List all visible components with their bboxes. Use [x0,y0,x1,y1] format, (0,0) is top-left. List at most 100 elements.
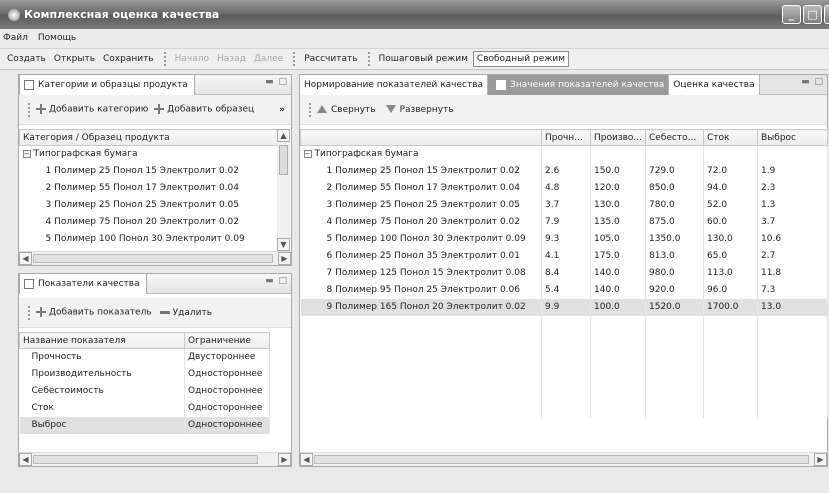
value-cell[interactable]: 920.0 [645,281,704,299]
column-header[interactable]: Выброс [757,129,828,146]
scroll-thumb[interactable] [33,254,273,263]
column-header[interactable]: Прочн... [541,129,591,146]
table-row[interactable]: Выброс Одностороннее [19,416,270,434]
table-row[interactable]: 6 Полимер 25 Понол 35 Электролит 0.01 4.1… [300,247,828,265]
value-cell[interactable]: 2.7 [757,247,828,265]
minimize-button[interactable]: _ [782,5,801,24]
value-cell[interactable]: 130.0 [703,230,758,248]
sample-column-header[interactable] [300,129,542,146]
tab-norming[interactable]: Нормирование показателей качества [300,74,489,95]
value-cell[interactable]: 9.9 [541,298,591,316]
value-cell[interactable]: 96.0 [703,281,758,299]
table-row[interactable]: 4 Полимер 75 Понол 20 Электролит 0.02 7.9… [300,213,828,231]
scroll-left-icon[interactable]: ◀ [19,453,32,466]
vertical-scrollbar[interactable]: ▲ ▼ [277,129,290,251]
panel-window-controls[interactable]: ▬ □ [265,77,288,87]
value-cell[interactable]: 140.0 [590,281,646,299]
value-cell[interactable]: 175.0 [590,247,646,265]
value-cell[interactable]: 135.0 [590,213,646,231]
table-row[interactable]: Прочность Двустороннее [19,348,270,366]
value-cell[interactable]: 105.0 [590,230,646,248]
maximize-button[interactable]: □ [803,5,822,24]
collapse-toggle-icon[interactable]: − [22,150,31,159]
value-cell[interactable]: 113.0 [703,264,758,282]
value-cell[interactable]: 72.0 [703,162,758,180]
table-row[interactable]: 1 Полимер 25 Понол 15 Электролит 0.02 2.6… [300,162,828,180]
value-cell[interactable]: 3.7 [757,213,828,231]
table-row[interactable]: 7 Полимер 125 Понол 15 Электролит 0.08 8.… [300,264,828,282]
calculate-button[interactable]: Рассчитать [301,52,360,66]
scroll-left-icon[interactable]: ◀ [19,252,32,265]
free-mode-button[interactable]: Свободный режим [472,51,569,67]
tab-values[interactable]: Значения показателей качества [488,74,670,95]
create-button[interactable]: Создать [4,52,49,66]
value-cell[interactable]: 10.6 [757,230,828,248]
tree-group-row[interactable]: − Типографская бумага [300,145,828,163]
table-row[interactable]: Производительность Одностороннее [19,365,270,383]
scroll-right-icon[interactable]: ▶ [278,453,291,466]
scroll-right-icon[interactable]: ▶ [278,252,291,265]
category-column-header[interactable]: Категория / Образец продукта [19,129,289,146]
table-row[interactable]: 9 Полимер 165 Понол 20 Электролит 0.02 9.… [300,298,828,316]
value-cell[interactable]: 7.9 [541,213,591,231]
value-cell[interactable]: 8.4 [541,264,591,282]
back-button[interactable]: Назад [214,52,249,66]
value-cell[interactable]: 780.0 [645,196,704,214]
value-cell[interactable]: 1.3 [757,196,828,214]
value-cell[interactable]: 65.0 [703,247,758,265]
value-cell[interactable]: 130.0 [590,196,646,214]
list-item[interactable]: 4 Полимер 75 Понол 20 Электролит 0.02 [19,213,289,231]
collapse-toggle-icon[interactable]: − [303,150,312,159]
add-category-button[interactable]: Добавить категорию [36,104,148,115]
table-row[interactable]: 3 Полимер 25 Понол 25 Электролит 0.05 3.7… [300,196,828,214]
list-item[interactable]: 5 Полимер 100 Понол 30 Электролит 0.09 [19,230,289,248]
table-row[interactable]: Себестоимость Одностороннее [19,382,270,400]
value-cell[interactable]: 94.0 [703,179,758,197]
expand-button[interactable]: Развернуть [385,105,454,115]
list-item[interactable]: 3 Полимер 25 Понол 25 Электролит 0.05 [19,196,289,214]
table-row[interactable]: 8 Полимер 95 Понол 25 Электролит 0.06 5.4… [300,281,828,299]
open-button[interactable]: Открыть [51,52,98,66]
scroll-up-icon[interactable]: ▲ [277,129,290,142]
menu-help[interactable]: Помощь [38,33,76,43]
column-header[interactable]: Сток [703,129,758,146]
column-header[interactable]: Себесто... [645,129,704,146]
horizontal-scrollbar[interactable]: ◀ ▶ [19,452,291,466]
tree-group-row[interactable]: − Типографская бумага [19,145,289,163]
value-cell[interactable]: 1520.0 [645,298,704,316]
close-button[interactable]: ✕ [824,5,829,24]
value-cell[interactable]: 5.4 [541,281,591,299]
indicator-name-header[interactable]: Название показателя [19,332,185,349]
scroll-right-icon[interactable]: ▶ [814,453,827,466]
scroll-left-icon[interactable]: ◀ [300,453,313,466]
value-cell[interactable]: 140.0 [590,264,646,282]
save-button[interactable]: Сохранить [100,52,157,66]
more-button[interactable]: » [279,105,285,115]
table-row[interactable]: Сток Одностороннее [19,399,270,417]
value-cell[interactable]: 4.1 [541,247,591,265]
value-cell[interactable]: 2.3 [757,179,828,197]
start-button[interactable]: Начало [172,52,212,66]
list-item[interactable]: 2 Полимер 55 Понол 17 Электролит 0.04 [19,179,289,197]
value-cell[interactable]: 729.0 [645,162,704,180]
delete-indicator-button[interactable]: Удалить [159,308,212,318]
value-cell[interactable]: 9.3 [541,230,591,248]
value-cell[interactable]: 850.0 [645,179,704,197]
value-cell[interactable]: 1700.0 [703,298,758,316]
add-sample-button[interactable]: Добавить образец [154,104,254,115]
value-cell[interactable]: 11.8 [757,264,828,282]
list-item[interactable]: 1 Полимер 25 Понол 15 Электролит 0.02 [19,162,289,180]
value-cell[interactable]: 60.0 [703,213,758,231]
value-cell[interactable]: 4.8 [541,179,591,197]
value-cell[interactable]: 3.7 [541,196,591,214]
scroll-thumb[interactable] [314,455,809,464]
value-cell[interactable]: 13.0 [757,298,828,316]
value-cell[interactable]: 100.0 [590,298,646,316]
step-mode-button[interactable]: Пошаговый режим [376,52,471,66]
table-row[interactable]: 5 Полимер 100 Понол 30 Электролит 0.09 9.… [300,230,828,248]
table-row[interactable]: 2 Полимер 55 Понол 17 Электролит 0.04 4.8… [300,179,828,197]
tab-evaluation[interactable]: Оценка качества [669,74,760,95]
column-header[interactable]: Произво... [590,129,646,146]
value-cell[interactable]: 1350.0 [645,230,704,248]
scroll-thumb[interactable] [33,455,258,464]
